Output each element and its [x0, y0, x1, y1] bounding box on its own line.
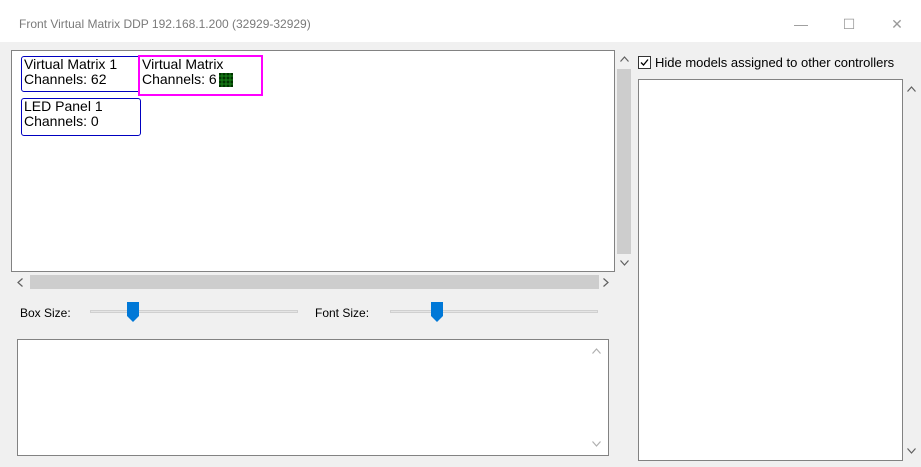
model-channels: Channels: 6	[142, 71, 217, 87]
close-icon: ✕	[891, 15, 903, 32]
font-size-label: Font Size:	[315, 306, 370, 320]
scroll-thumb[interactable]	[617, 69, 631, 254]
scroll-left-icon[interactable]	[11, 273, 29, 291]
box-size-slider-thumb[interactable]	[127, 302, 140, 322]
font-size-slider-thumb[interactable]	[431, 302, 444, 322]
font-size-slider[interactable]	[390, 310, 598, 313]
model-box[interactable]: LED Panel 1 Channels: 0	[21, 98, 141, 136]
window-title: Front Virtual Matrix DDP 192.168.1.200 (…	[19, 17, 311, 31]
scroll-up-icon[interactable]	[590, 345, 602, 357]
scroll-down-icon[interactable]	[615, 254, 633, 272]
model-name: LED Panel 1	[24, 98, 103, 114]
scroll-thumb[interactable]	[30, 275, 599, 289]
unassigned-models-list[interactable]	[638, 79, 903, 461]
scroll-up-icon[interactable]	[903, 81, 920, 97]
models-list-scrollbar[interactable]	[903, 79, 920, 461]
model-box-selected[interactable]: Virtual Matrix Channels: 6	[138, 55, 263, 96]
minimize-icon: —	[794, 16, 808, 32]
canvas-horizontal-scrollbar[interactable]	[11, 273, 615, 291]
hide-models-checkbox[interactable]	[638, 56, 651, 69]
output-text-area[interactable]	[17, 339, 609, 456]
model-box[interactable]: Virtual Matrix 1 Channels: 62	[21, 56, 141, 92]
maximize-button[interactable]: ☐	[826, 8, 872, 40]
checkmark-icon	[640, 59, 649, 66]
model-name: Virtual Matrix 1	[24, 56, 118, 72]
box-size-label: Box Size:	[20, 306, 71, 320]
canvas-vertical-scrollbar[interactable]	[615, 50, 633, 272]
box-size-slider[interactable]	[90, 310, 298, 313]
maximize-icon: ☐	[842, 15, 856, 32]
drag-cursor-icon	[218, 72, 233, 87]
model-channels: Channels: 0	[24, 113, 99, 129]
close-button[interactable]: ✕	[874, 8, 920, 40]
scroll-down-icon[interactable]	[590, 438, 602, 450]
model-channels: Channels: 62	[24, 71, 107, 87]
model-name: Virtual Matrix	[142, 56, 224, 72]
model-canvas[interactable]: Virtual Matrix 1 Channels: 62 Virtual Ma…	[11, 50, 615, 272]
scroll-down-icon[interactable]	[903, 443, 920, 459]
scroll-up-icon[interactable]	[615, 50, 633, 68]
scroll-right-icon[interactable]	[597, 273, 615, 291]
minimize-button[interactable]: —	[778, 8, 824, 40]
title-bar: Front Virtual Matrix DDP 192.168.1.200 (…	[0, 0, 921, 42]
hide-models-label[interactable]: Hide models assigned to other controller…	[655, 55, 894, 70]
